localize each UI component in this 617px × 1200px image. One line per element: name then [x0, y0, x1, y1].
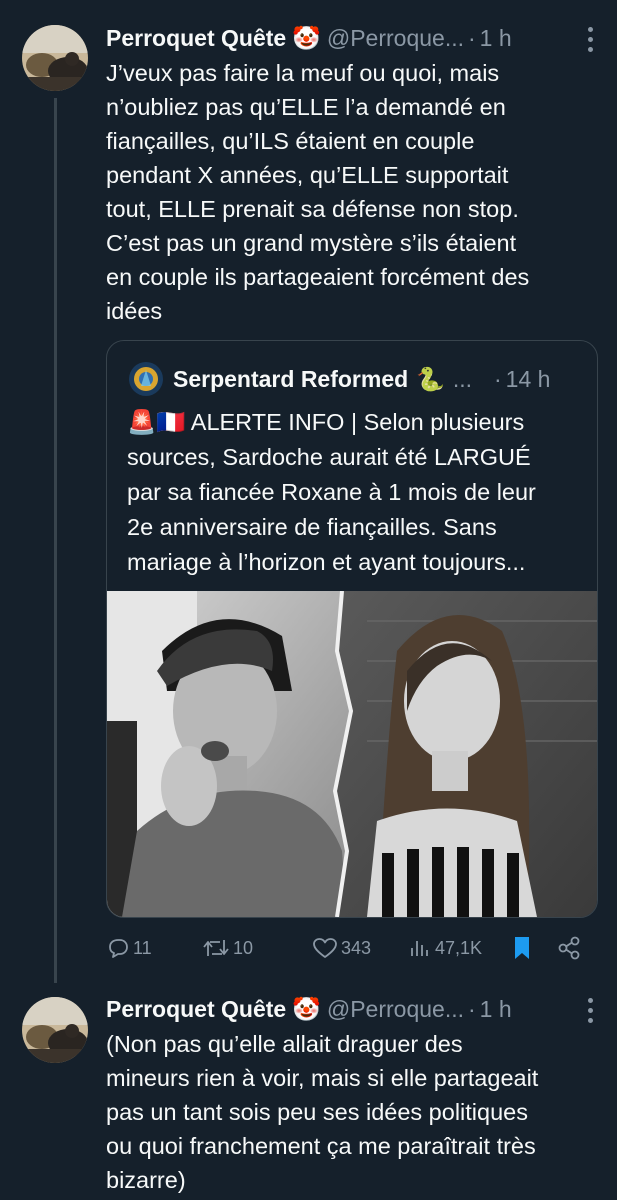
- tweet-text: (Non pas qu’elle allait draguer des mine…: [106, 1031, 539, 1193]
- quoted-handle-truncated: ...: [452, 365, 472, 392]
- snake-emoji-icon: 🐍: [416, 365, 445, 392]
- clown-emoji-icon: 🤡: [292, 24, 321, 51]
- reply-icon: [109, 939, 128, 958]
- avatar-image: [22, 25, 88, 91]
- retweet-button[interactable]: 10: [202, 936, 253, 960]
- views-button[interactable]: 47,1K: [408, 936, 482, 960]
- more-options-icon[interactable]: [585, 995, 595, 1025]
- separator-dot: ·: [493, 365, 502, 392]
- quoted-timestamp: 14 h: [505, 365, 551, 392]
- tweet-header: Perroquet Quête 🤡 @Perroque... · 1 h: [106, 22, 587, 54]
- tweet-text: J’veux pas faire la meuf ou quoi, mais n…: [106, 60, 530, 324]
- separator-dot: ·: [468, 995, 476, 1022]
- alert-flag-emojis: 🚨🇫🇷: [127, 409, 186, 435]
- share-button[interactable]: [556, 935, 582, 961]
- share-icon: [558, 936, 580, 960]
- like-icon: [313, 938, 337, 958]
- views-icon: [411, 941, 428, 956]
- display-name[interactable]: Perroquet Quête: [106, 25, 286, 52]
- tweet-action-bar: 11 10 343 47,1K: [106, 928, 596, 968]
- reply-count: 11: [133, 937, 152, 958]
- separator-dot: ·: [468, 24, 476, 51]
- quoted-tweet-text: 🚨🇫🇷 ALERTE INFO | Selon plusieurs source…: [127, 405, 587, 580]
- clown-emoji-icon: 🤡: [292, 995, 321, 1022]
- retweet-count: 10: [233, 937, 254, 958]
- reply-button[interactable]: 11: [106, 936, 152, 960]
- thread-connector-line: [54, 98, 57, 983]
- views-count: 47,1K: [435, 937, 483, 958]
- quoted-text-body: ALERTE INFO | Selon plusieurs sources, S…: [127, 409, 536, 575]
- user-handle[interactable]: @Perroque...: [327, 996, 464, 1023]
- quoted-tweet-header: Serpentard Reformed 🐍 ... · 14 h: [129, 359, 579, 399]
- quoted-display-name: Serpentard Reformed: [173, 365, 409, 392]
- like-button[interactable]: 343: [312, 936, 371, 960]
- bookmark-icon: [515, 937, 529, 959]
- timestamp[interactable]: 1 h: [480, 996, 512, 1023]
- more-options-icon[interactable]: [585, 24, 595, 54]
- bookmark-button[interactable]: [511, 935, 533, 961]
- quoted-photo[interactable]: [107, 591, 597, 917]
- avatar-image: [22, 997, 88, 1063]
- timestamp[interactable]: 1 h: [480, 25, 512, 52]
- avatar[interactable]: [22, 25, 88, 91]
- display-name[interactable]: Perroquet Quête: [106, 996, 286, 1023]
- like-count: 343: [341, 937, 372, 958]
- avatar[interactable]: [22, 997, 88, 1063]
- quoted-tweet-card[interactable]: Serpentard Reformed 🐍 ... · 14 h 🚨🇫🇷 ALE…: [106, 340, 598, 918]
- tweet-header: Perroquet Quête 🤡 @Perroque... · 1 h: [106, 993, 587, 1025]
- quoted-avatar: [129, 362, 163, 396]
- retweet-icon: [203, 940, 229, 956]
- user-handle[interactable]: @Perroque...: [327, 25, 464, 52]
